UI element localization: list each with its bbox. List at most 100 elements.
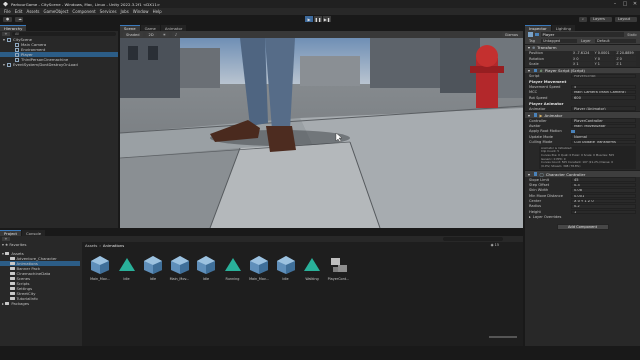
- window-controls: – □ ✕: [610, 1, 640, 7]
- packages-folder[interactable]: Packages: [11, 301, 29, 306]
- rotation-label: Rotation: [529, 56, 545, 61]
- expand-arrow-icon: ▾: [2, 251, 4, 256]
- tab-console[interactable]: Console: [22, 230, 46, 236]
- cc-field-value[interactable]: X 0 Y 1 Z 0: [571, 198, 636, 204]
- asset-item[interactable]: Idle: [115, 254, 139, 281]
- asset-item[interactable]: Main_Mov...: [88, 254, 112, 281]
- cc-field-value[interactable]: 1: [571, 209, 636, 215]
- cc-field-value[interactable]: 0.001: [571, 193, 636, 198]
- position-fields[interactable]: X -7.6124 Y 0.0001 Z 20.8859: [571, 51, 637, 56]
- static-toggle[interactable]: Static: [627, 33, 637, 37]
- layer-overrides-foldout[interactable]: Layer Overrides: [533, 215, 562, 219]
- tab-game[interactable]: Game: [140, 25, 160, 31]
- close-button[interactable]: ✕: [630, 1, 640, 7]
- menu-file[interactable]: File: [4, 9, 11, 14]
- animator-ref-field[interactable]: Player (Animator): [571, 106, 636, 111]
- script-enabled-checkbox[interactable]: [533, 68, 538, 73]
- menu-help[interactable]: Help: [153, 9, 162, 14]
- breadcrumb-assets[interactable]: Assets: [85, 243, 97, 248]
- controller-field[interactable]: PlayerController: [571, 118, 636, 123]
- asset-item[interactable]: Main_Mov...: [247, 254, 271, 281]
- gameobject-icon: [15, 52, 19, 57]
- scene-viewport[interactable]: [120, 38, 523, 228]
- asset-item[interactable]: Main_Mov...: [168, 254, 192, 281]
- tab-scene[interactable]: Scene: [120, 25, 140, 31]
- transform-title: Transform: [537, 45, 557, 51]
- active-checkbox[interactable]: [535, 32, 539, 37]
- cc-field-value[interactable]: 45: [571, 177, 636, 182]
- maximize-button[interactable]: □: [620, 1, 630, 7]
- minimize-button[interactable]: –: [610, 1, 620, 7]
- asset-item[interactable]: Walking: [300, 254, 324, 281]
- scale-fields[interactable]: X1 Y1 Z1: [571, 61, 637, 67]
- hierarchy-search-input[interactable]: All: [12, 31, 116, 37]
- center-tabbar: Scene Game Animator: [120, 24, 523, 31]
- rotation-fields[interactable]: X0 Y0 Z0: [571, 56, 637, 61]
- object-name-field[interactable]: Player: [540, 32, 625, 37]
- add-component-button[interactable]: Add Component: [556, 223, 609, 230]
- favorites-label[interactable]: Favorites: [9, 242, 26, 247]
- mcc-field[interactable]: Main Camera (Main Camera): [571, 90, 636, 95]
- cc-field-row: Center X 0 Y 1 Z 0: [525, 198, 640, 204]
- movement-speed-field[interactable]: 5: [571, 84, 636, 90]
- menu-jobs[interactable]: Jobs: [121, 9, 129, 14]
- root-motion-checkbox[interactable]: [571, 129, 575, 134]
- menu-window[interactable]: Window: [133, 9, 149, 14]
- position-label: Position: [529, 51, 543, 56]
- tab-animator[interactable]: Animator: [160, 25, 187, 31]
- cc-field-value[interactable]: 0.2: [571, 204, 636, 209]
- step-button[interactable]: ▶❚: [323, 16, 331, 22]
- model-asset-icon: [248, 254, 270, 276]
- create-asset-button[interactable]: +: [2, 237, 10, 241]
- layout-dropdown[interactable]: Layout: [615, 16, 637, 22]
- tab-inspector[interactable]: Inspector: [525, 25, 551, 31]
- asset-item[interactable]: Running: [221, 254, 245, 281]
- account-button[interactable]: ●: [3, 16, 13, 22]
- asset-item[interactable]: Idle: [274, 254, 298, 281]
- menu-component[interactable]: Component: [72, 9, 95, 14]
- gizmos-dropdown[interactable]: Gizmos: [501, 32, 521, 37]
- menu-services[interactable]: Services: [100, 9, 117, 14]
- avatar-field[interactable]: Main_MoveAvatar: [571, 123, 636, 129]
- add-object-button[interactable]: +: [2, 32, 10, 36]
- audio-toggle-icon[interactable]: ♪: [171, 32, 181, 37]
- tab-lighting[interactable]: Lighting: [551, 25, 576, 31]
- animator-enabled-checkbox[interactable]: [533, 113, 538, 117]
- tab-project[interactable]: Project: [0, 230, 21, 236]
- play-button[interactable]: ▶: [305, 16, 313, 22]
- shading-dropdown[interactable]: Shaded: [123, 32, 143, 37]
- menu-assets[interactable]: Assets: [26, 9, 39, 14]
- menu-gameobject[interactable]: GameObject: [43, 9, 68, 14]
- script-field[interactable]: PlayerScript: [571, 73, 636, 79]
- tab-hierarchy[interactable]: Hierarchy: [0, 25, 27, 31]
- project-tabbar: Project Console: [0, 229, 523, 236]
- cc-enabled-checkbox[interactable]: [533, 172, 538, 176]
- asset-item[interactable]: Idle: [194, 254, 218, 281]
- tag-dropdown[interactable]: Untagged: [541, 38, 577, 44]
- cc-field-label: Height: [529, 209, 541, 214]
- zoom-slider[interactable]: [489, 336, 517, 338]
- layer-dropdown[interactable]: Default: [595, 38, 636, 44]
- cc-field-value[interactable]: 0.08: [571, 188, 636, 193]
- culling-mode-dropdown[interactable]: Cull Update Transforms: [571, 139, 636, 145]
- hierarchy-row[interactable]: ▾ EventSystem/DontDestroyOnLoad: [0, 62, 118, 67]
- project-search-input[interactable]: [443, 236, 503, 242]
- rot-speed-label: Rot Speed: [529, 95, 548, 100]
- light-toggle-icon[interactable]: ☀: [159, 32, 169, 37]
- 2d-toggle[interactable]: 2D: [145, 32, 157, 37]
- rot-speed-field[interactable]: 600: [571, 95, 636, 100]
- unity-logo-icon: [3, 1, 8, 7]
- pause-button[interactable]: ❚❚: [314, 16, 322, 22]
- update-mode-dropdown[interactable]: Normal: [571, 134, 636, 139]
- animator-info-box: Animator is Initialized Clip Count: 5 Curv…: [539, 145, 636, 170]
- layers-dropdown[interactable]: Layers: [590, 16, 612, 22]
- cloud-icon[interactable]: ☁: [15, 16, 24, 22]
- asset-item[interactable]: PlayerCont...: [327, 254, 351, 281]
- search-button[interactable]: ⌕: [578, 16, 587, 22]
- folder-icon: [4, 301, 10, 306]
- culling-mode-label: Culling Mode: [529, 140, 553, 145]
- asset-item[interactable]: Idle: [141, 254, 165, 281]
- breadcrumb-animations[interactable]: Animations: [103, 243, 124, 248]
- menu-edit[interactable]: Edit: [15, 9, 23, 14]
- cc-field-value[interactable]: 0.3: [571, 182, 636, 188]
